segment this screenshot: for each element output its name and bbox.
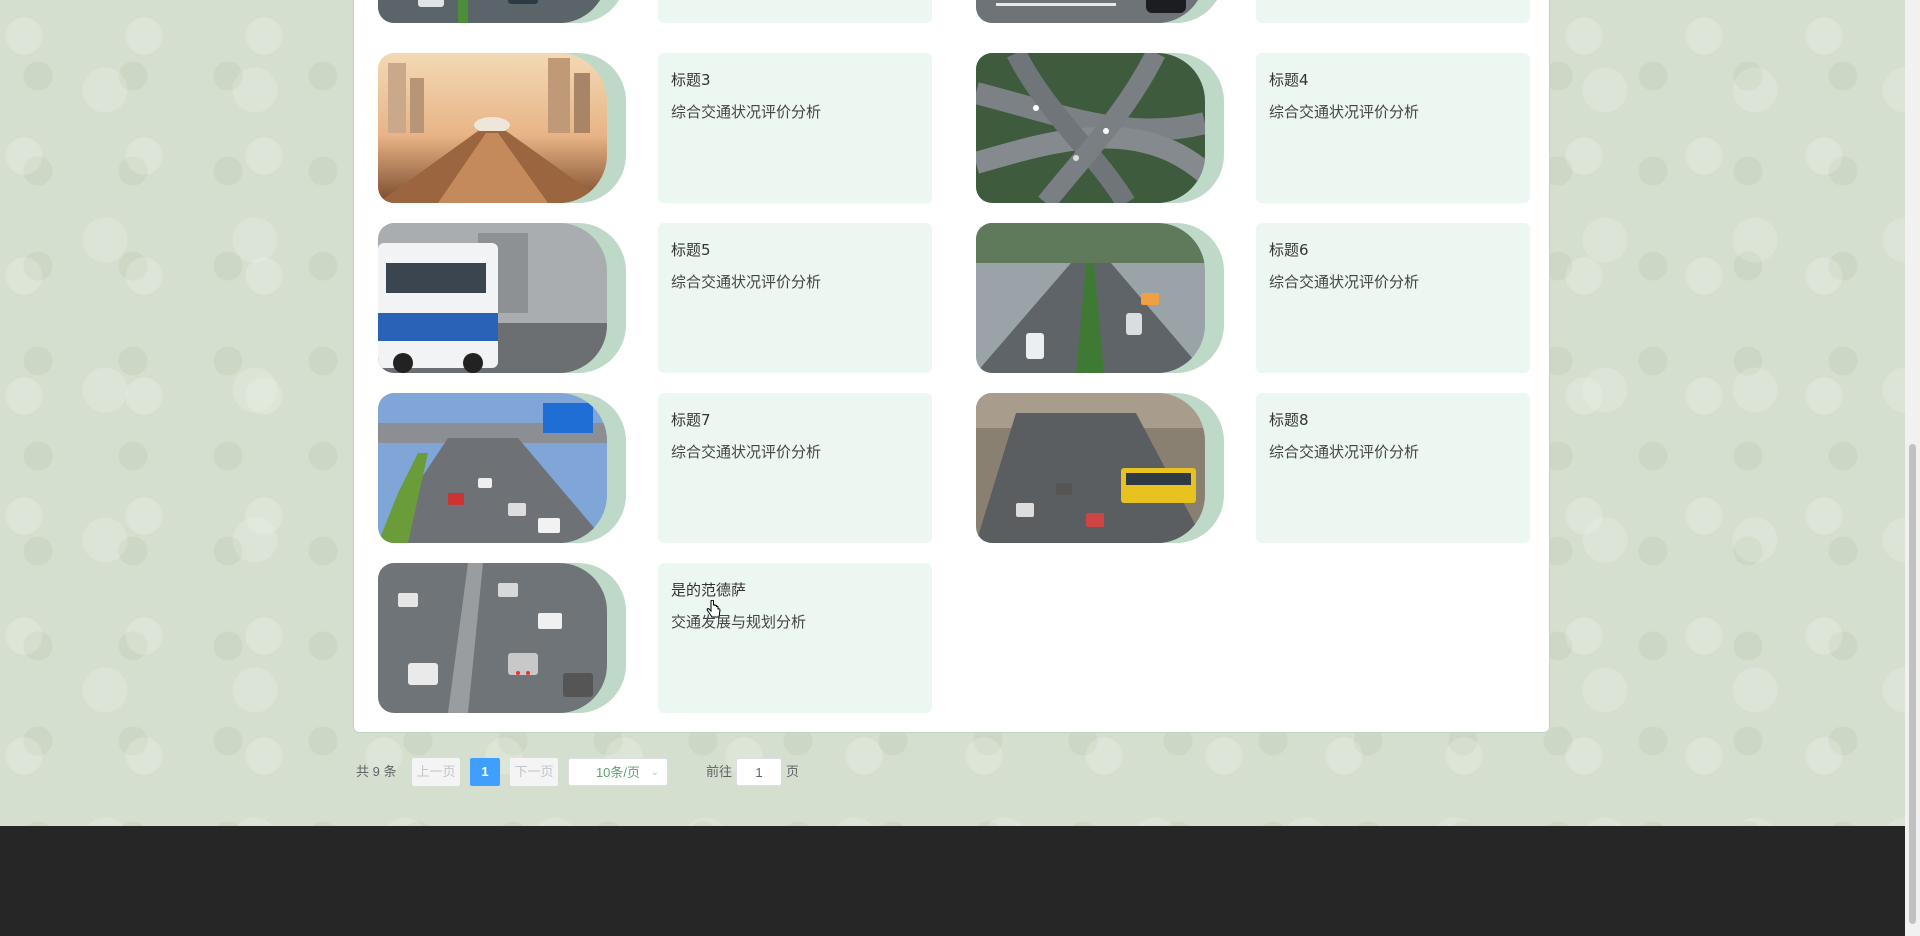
goto-suffix: 页 [786, 764, 800, 779]
news-card-3[interactable]: 标题3 综合交通状况评价分析 [658, 53, 932, 203]
news-subtitle: 综合交通状况评价分析 [671, 103, 822, 121]
chevron-down-icon: ⌄ [650, 767, 659, 778]
page-footer [0, 826, 1905, 936]
news-image-6[interactable] [976, 223, 1226, 373]
news-subtitle: 综合交通状况评价分析 [671, 273, 822, 291]
news-card-6[interactable]: 标题6 综合交通状况评价分析 [1256, 223, 1530, 373]
next-page-button[interactable]: 下一页 [510, 758, 558, 786]
vertical-scrollbar[interactable] [1905, 0, 1920, 936]
news-image-7[interactable] [378, 393, 628, 543]
news-card-8[interactable]: 标题8 综合交通状况评价分析 [1256, 393, 1530, 543]
news-card-2[interactable] [1256, 0, 1530, 23]
page-size-select[interactable]: 10条/页 ⌄ [568, 758, 668, 786]
news-title: 标题6 [1269, 241, 1309, 259]
news-subtitle: 综合交通状况评价分析 [1269, 443, 1420, 461]
news-image-4[interactable] [976, 53, 1226, 203]
news-image-1[interactable] [378, 0, 628, 23]
news-card-4[interactable]: 标题4 综合交通状况评价分析 [1256, 53, 1530, 203]
goto-page-input[interactable]: 1 [736, 758, 782, 786]
news-card-5[interactable]: 标题5 综合交通状况评价分析 [658, 223, 932, 373]
page-size-value: 10条/页 [595, 765, 641, 780]
goto-prefix: 前往 [706, 764, 733, 779]
news-title: 标题3 [671, 71, 711, 89]
news-subtitle: 综合交通状况评价分析 [1269, 273, 1420, 291]
news-subtitle: 综合交通状况评价分析 [671, 443, 822, 461]
prev-page-button[interactable]: 上一页 [412, 758, 460, 786]
news-image-3[interactable] [378, 53, 628, 203]
news-image-9[interactable] [378, 563, 628, 713]
news-card-9[interactable]: 是的范德萨 交通发展与规划分析 [658, 563, 932, 713]
news-card-7[interactable]: 标题7 综合交通状况评价分析 [658, 393, 932, 543]
news-subtitle: 综合交通状况评价分析 [1269, 103, 1420, 121]
news-title: 标题4 [1269, 71, 1309, 89]
news-title: 是的范德萨 [671, 581, 747, 599]
news-image-8[interactable] [976, 393, 1226, 543]
news-list-panel: 标题3 综合交通状况评价分析 标题4 综合交通状况评价分析 标题5 综合交通状况… [353, 0, 1550, 733]
news-title: 标题7 [671, 411, 711, 429]
news-image-2[interactable] [976, 0, 1226, 23]
pagination-total: 共 9 条 [356, 764, 397, 779]
hand-cursor-icon [706, 599, 722, 624]
scrollbar-thumb[interactable] [1909, 444, 1916, 924]
page-number-1[interactable]: 1 [470, 758, 500, 786]
news-card-1[interactable] [658, 0, 932, 23]
news-title: 标题5 [671, 241, 711, 259]
news-title: 标题8 [1269, 411, 1309, 429]
news-image-5[interactable] [378, 223, 628, 373]
